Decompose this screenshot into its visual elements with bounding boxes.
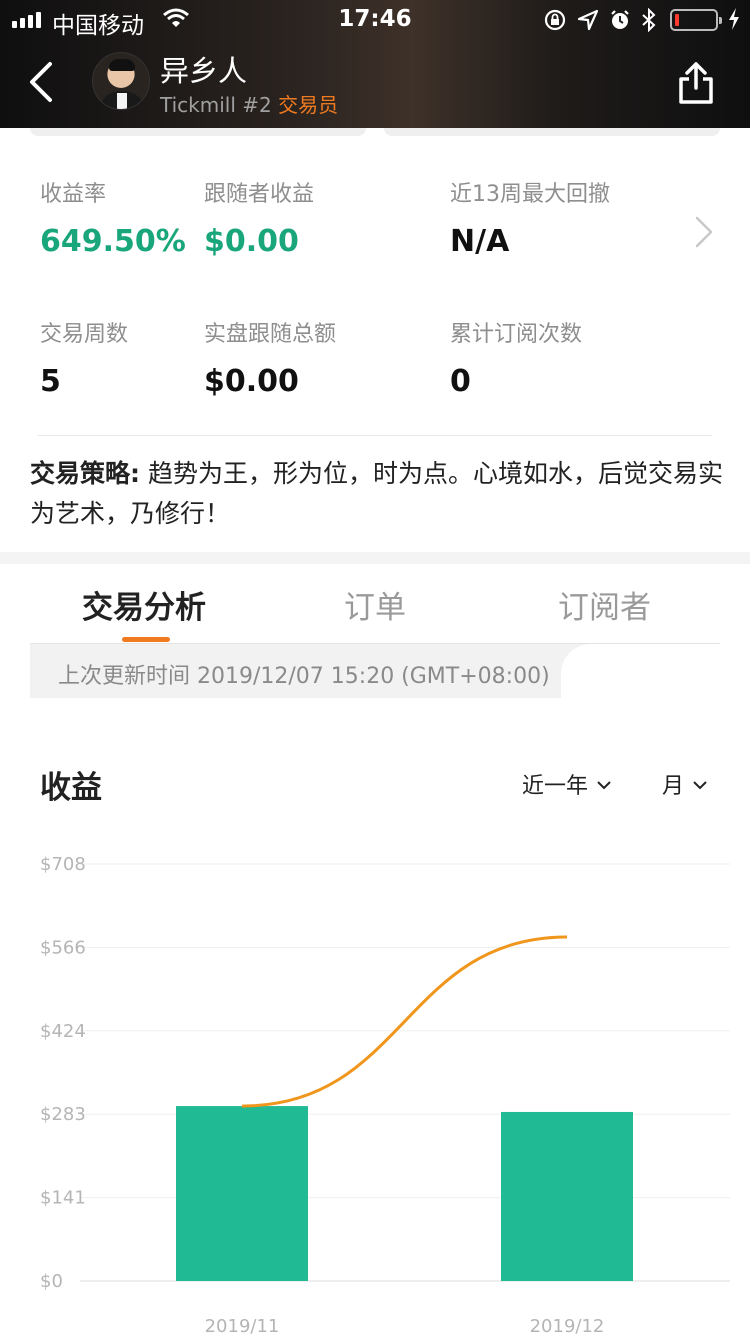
stat-label-max-drawdown: 近13周最大回撤 (450, 182, 610, 207)
stat-label-trading-weeks: 交易周数 (40, 322, 129, 347)
tab-subscribers[interactable]: 订阅者 (558, 582, 651, 627)
card-edge-right (384, 128, 720, 136)
rotation-lock-icon (544, 9, 566, 31)
role-badge: 交易员 (278, 93, 339, 117)
y-tick-label: $708 (40, 854, 86, 875)
location-icon (577, 9, 599, 31)
chevron-left-icon (30, 62, 52, 102)
charging-icon (729, 8, 739, 30)
stat-label-live-follow-total: 实盘跟随总额 (204, 322, 337, 347)
broker-rank: Tickmill #2 (160, 93, 272, 117)
stat-label-subscriptions: 累计订阅次数 (450, 322, 583, 347)
trader-detail-page: 中国移动 17:46 异乡人 Tickmill #2 交易员 收益率 649.5… (0, 0, 750, 1334)
share-button[interactable] (676, 60, 716, 106)
tab-orders[interactable]: 订单 (344, 582, 406, 627)
stats-panel[interactable]: 收益率 649.50% 跟随者收益 $0.00 近13周最大回撤 N/A 交易周… (0, 136, 750, 436)
active-tab-indicator (122, 637, 170, 642)
chevron-down-icon (693, 781, 707, 790)
stat-value-follower-profit: $0.00 (204, 224, 299, 259)
section-divider (0, 552, 750, 564)
profit-chart: $0 $141 $283 $424 $566 $708 2019/11 2019/12 (40, 854, 730, 1334)
stat-value-subscriptions: 0 (450, 364, 471, 399)
y-tick-label: $283 (40, 1104, 86, 1125)
status-bar: 中国移动 17:46 (0, 0, 750, 40)
y-tick-label: $141 (40, 1188, 86, 1209)
bluetooth-icon (642, 8, 656, 32)
stat-value-live-follow-total: $0.00 (204, 364, 299, 399)
period-value: 近一年 (522, 774, 589, 799)
x-tick-label: 2019/12 (530, 1316, 605, 1334)
avatar[interactable] (92, 52, 150, 110)
bar (501, 1111, 633, 1281)
y-tick-label: $0 (40, 1271, 63, 1292)
last-update-banner: 上次更新时间 2019/12/07 15:20 (GMT+08:00) (30, 644, 591, 698)
stat-value-trading-weeks: 5 (40, 364, 61, 399)
chevron-down-icon (597, 781, 611, 790)
stat-value-return: 649.50% (40, 224, 186, 259)
stat-label-return: 收益率 (40, 182, 107, 207)
last-update-text: 上次更新时间 2019/12/07 15:20 (GMT+08:00) (58, 664, 550, 689)
divider (38, 435, 712, 436)
unit-dropdown[interactable]: 月 (662, 768, 708, 800)
stat-label-follower-profit: 跟随者收益 (204, 182, 315, 207)
tab-analysis[interactable]: 交易分析 (82, 582, 206, 627)
strategy-text: 交易策略: 趋势为王，形为位，时为点。心境如水，后觉交易实为艺术，乃修行！ (30, 454, 730, 534)
share-icon (679, 62, 713, 104)
card-edge-left (30, 128, 366, 136)
trader-name: 异乡人 (160, 54, 248, 88)
y-tick-label: $424 (40, 1021, 86, 1042)
alarm-icon (611, 10, 629, 29)
battery-icon (670, 9, 722, 31)
header: 中国移动 17:46 异乡人 Tickmill #2 交易员 (0, 0, 750, 128)
back-button[interactable] (22, 60, 62, 104)
bar (176, 1106, 308, 1281)
cumulative-line (241, 935, 568, 1108)
period-dropdown[interactable]: 近一年 (522, 768, 612, 800)
status-icons (543, 8, 657, 32)
chevron-right-icon[interactable] (694, 216, 714, 248)
stat-value-max-drawdown: N/A (450, 224, 510, 259)
trader-subtitle: Tickmill #2 交易员 (160, 89, 338, 118)
x-tick-label: 2019/11 (205, 1316, 280, 1334)
profit-chart-title: 收益 (40, 770, 102, 806)
y-tick-label: $566 (40, 937, 86, 958)
unit-value: 月 (662, 774, 685, 799)
strategy-label: 交易策略: (30, 459, 140, 488)
tab-bar: 交易分析 订单 订阅者 (30, 564, 720, 644)
